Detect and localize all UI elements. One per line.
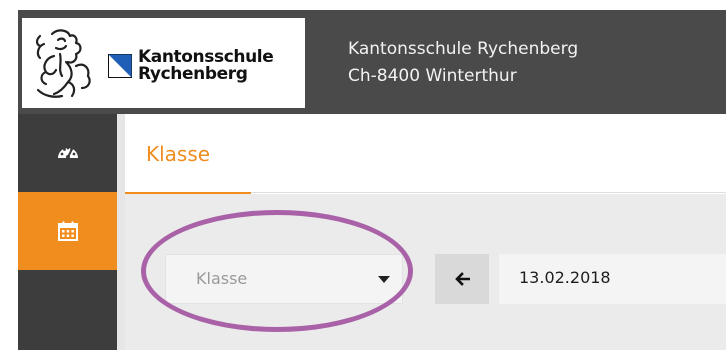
previous-date-button[interactable] — [435, 254, 489, 304]
content-edge — [117, 114, 125, 350]
logo-line-2: Rychenberg — [138, 64, 248, 84]
school-info: Kantonsschule Rychenberg Ch-8400 Wintert… — [348, 36, 578, 90]
school-name: Kantonsschule Rychenberg — [348, 39, 579, 59]
zurich-lion-emblem-icon — [35, 29, 91, 98]
school-logo[interactable]: Kantonsschule Rychenberg — [22, 18, 305, 108]
sidebar-item-calendar[interactable] — [18, 192, 117, 270]
tab-bar-divider — [251, 192, 726, 193]
canton-zurich-flag-icon — [108, 54, 132, 78]
sidebar — [18, 114, 117, 350]
app-header: Kantonsschule Rychenberg Kantonsschule R… — [18, 10, 726, 114]
school-address: Ch-8400 Winterthur — [348, 66, 517, 86]
dashboard-gauge-icon — [57, 146, 78, 159]
highlight-annotation-ring — [141, 210, 413, 332]
logo-wordmark: Kantonsschule Rychenberg — [138, 49, 274, 84]
tab-klasse[interactable]: Klasse — [146, 142, 210, 166]
sidebar-item-dashboard[interactable] — [18, 114, 117, 190]
calendar-icon — [57, 221, 78, 241]
date-value: 13.02.2018 — [519, 268, 611, 287]
date-field[interactable]: 13.02.2018 — [499, 254, 726, 304]
arrow-left-icon — [455, 272, 470, 286]
